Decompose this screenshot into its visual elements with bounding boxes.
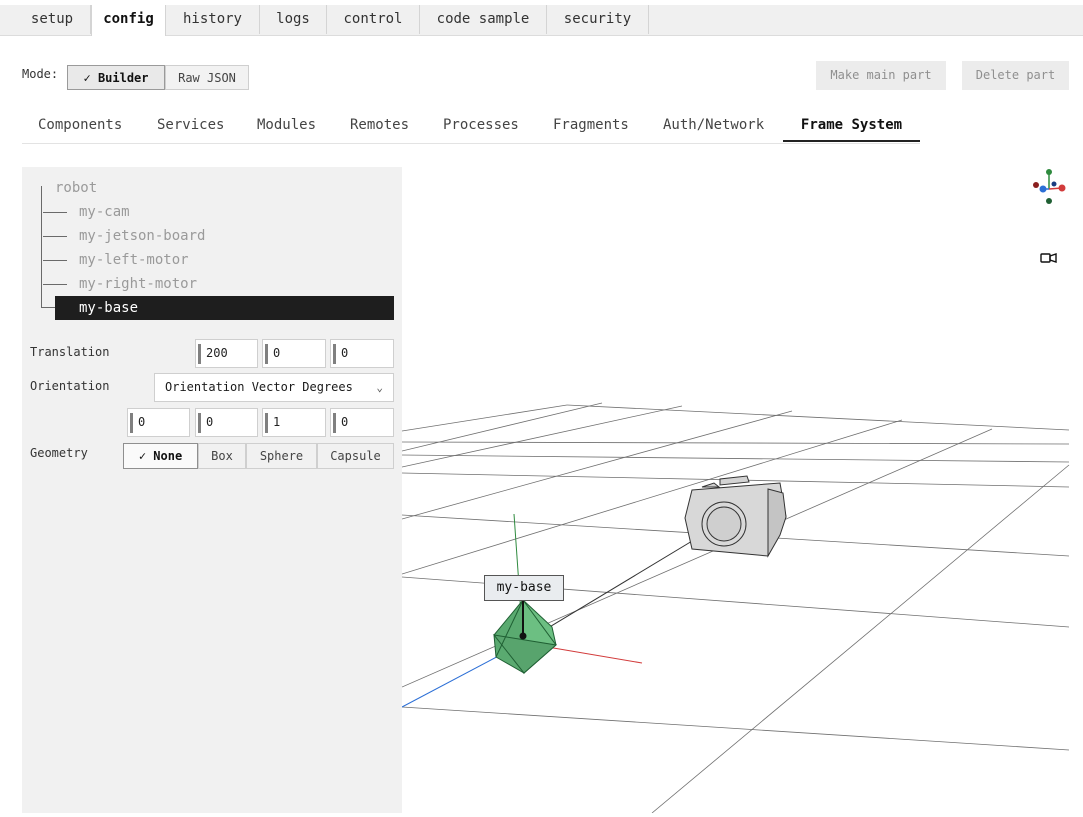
axes-gizmo[interactable] [1033, 169, 1066, 204]
geometry-capsule-button[interactable]: Capsule [317, 443, 394, 469]
tab-auth-network[interactable]: Auth/Network [663, 112, 764, 142]
orientation-label: Orientation [30, 379, 110, 393]
tab-control[interactable]: control [327, 5, 420, 34]
translation-y-value: 0 [273, 346, 281, 360]
tab-components[interactable]: Components [38, 112, 122, 142]
orientation-z-value: 1 [273, 415, 281, 429]
tab-processes[interactable]: Processes [443, 112, 519, 142]
orientation-theta-value: 0 [341, 415, 349, 429]
tab-frame-system[interactable]: Frame System [783, 112, 920, 142]
delete-part-button[interactable]: Delete part [962, 61, 1069, 90]
tree-branch-line [43, 212, 67, 213]
orientation-x-input[interactable]: 0 [127, 408, 190, 437]
geometry-none-button[interactable]: ✓ None [123, 443, 198, 469]
translation-y-input[interactable]: 0 [262, 339, 326, 368]
input-handle [198, 413, 201, 433]
top-tab-bar: setup config history logs control code s… [0, 5, 1083, 36]
geometry-sphere-button[interactable]: Sphere [246, 443, 317, 469]
orientation-y-value: 0 [206, 415, 214, 429]
raw-json-mode-button[interactable]: Raw JSON [165, 65, 249, 90]
translation-z-input[interactable]: 0 [330, 339, 394, 368]
frame-origin-dot [519, 632, 527, 640]
tab-security[interactable]: security [547, 5, 649, 34]
ground-grid [401, 402, 1070, 814]
orientation-x-value: 0 [138, 415, 146, 429]
tree-branch-line [43, 284, 67, 285]
translation-z-value: 0 [341, 346, 349, 360]
tree-item-my-base[interactable]: my-base [55, 296, 394, 320]
orientation-z-input[interactable]: 1 [262, 408, 326, 437]
make-main-part-button[interactable]: Make main part [816, 61, 946, 90]
config-subtab-bar: Components Services Modules Remotes Proc… [22, 112, 920, 144]
camera-model[interactable] [684, 475, 787, 558]
tree-branch-line [43, 236, 67, 237]
check-icon: ✓ [83, 71, 98, 85]
tree-item-my-right-motor[interactable]: my-right-motor [79, 272, 197, 296]
tree-branch-line [43, 260, 67, 261]
mode-label: Mode: [22, 67, 59, 81]
builder-label: Builder [97, 71, 149, 85]
scene-canvas[interactable] [401, 167, 1083, 814]
video-camera-icon[interactable] [1040, 253, 1057, 263]
tab-setup[interactable]: setup [14, 5, 91, 34]
translation-label: Translation [30, 345, 110, 359]
check-icon: ✓ [138, 449, 154, 463]
translation-x-input[interactable]: 200 [195, 339, 258, 368]
builder-mode-button[interactable]: ✓ Builder [67, 65, 165, 90]
input-handle [265, 344, 268, 364]
input-handle [130, 413, 133, 433]
tab-history[interactable]: history [166, 5, 260, 34]
selected-frame-label: my-base [484, 575, 564, 601]
tree-item-robot[interactable]: robot [55, 176, 97, 200]
orientation-type-select[interactable]: Orientation Vector Degrees ⌄ [154, 373, 394, 402]
input-handle [333, 413, 336, 433]
geometry-box-button[interactable]: Box [198, 443, 246, 469]
frame-3d-viewport[interactable] [401, 167, 1083, 814]
chevron-down-icon: ⌄ [376, 381, 383, 394]
translation-x-value: 200 [206, 346, 228, 360]
tree-trunk-line [41, 186, 42, 308]
orientation-theta-input[interactable]: 0 [330, 408, 394, 437]
orientation-type-value: Orientation Vector Degrees [165, 380, 353, 394]
tab-code-sample[interactable]: code sample [420, 5, 547, 34]
tree-branch-line [41, 307, 56, 308]
tree-item-my-cam[interactable]: my-cam [79, 200, 130, 224]
geometry-none-label: None [153, 449, 183, 463]
tab-modules[interactable]: Modules [257, 112, 316, 142]
tree-item-my-left-motor[interactable]: my-left-motor [79, 248, 189, 272]
tab-config[interactable]: config [91, 5, 166, 36]
input-handle [198, 344, 201, 364]
tab-remotes[interactable]: Remotes [350, 112, 409, 142]
input-handle [265, 413, 268, 433]
tab-services[interactable]: Services [157, 112, 224, 142]
input-handle [333, 344, 336, 364]
tab-fragments[interactable]: Fragments [553, 112, 629, 142]
tab-logs[interactable]: logs [260, 5, 327, 34]
orientation-y-input[interactable]: 0 [195, 408, 258, 437]
tree-item-my-jetson-board[interactable]: my-jetson-board [79, 224, 205, 248]
geometry-label: Geometry [30, 446, 88, 460]
